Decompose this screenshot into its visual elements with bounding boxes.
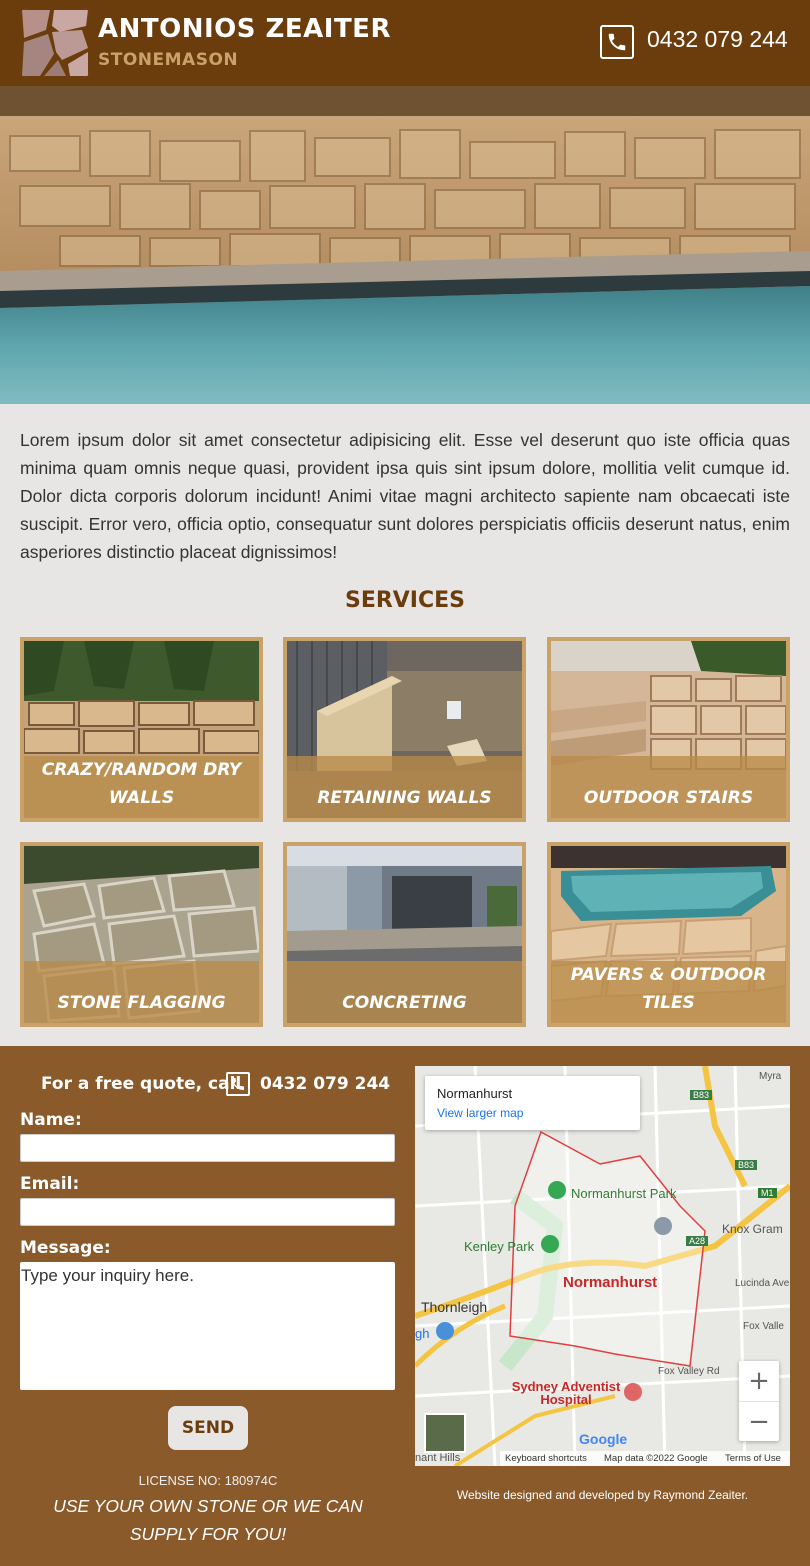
map-data-text: Map data ©2022 Google <box>604 1453 708 1464</box>
map-label-gh: gh <box>415 1326 430 1341</box>
hero-image <box>0 86 810 404</box>
map-label-normanhurst: Normanhurst <box>563 1274 658 1291</box>
zoom-out-button[interactable]: − <box>739 1401 779 1441</box>
service-card-stone-flagging[interactable]: STONE FLAGGING <box>20 842 263 1027</box>
map-label-a28: A28 <box>686 1236 709 1246</box>
map-label-b83: B83 <box>690 1090 713 1100</box>
header-phone-link[interactable]: 0432 079 244 <box>647 26 788 53</box>
map-label-thornleigh: Thornleigh <box>421 1299 488 1315</box>
site-header: ANTONIOS ZEAITER STONEMASON 0432 079 244 <box>0 0 810 86</box>
name-label: Name: <box>20 1110 82 1130</box>
send-button[interactable]: SEND <box>168 1406 248 1450</box>
email-input[interactable] <box>20 1198 395 1226</box>
map-label-kenley-park: Kenley Park <box>464 1239 535 1254</box>
license-number: LICENSE NO: 180974C <box>138 1473 278 1488</box>
map-place-title: Normanhurst <box>437 1086 513 1101</box>
service-card-retaining-walls[interactable]: RETAINING WALLS <box>283 637 526 822</box>
keyboard-shortcuts-link[interactable]: Keyboard shortcuts <box>505 1453 587 1464</box>
tagline: USE YOUR OWN STONE OR WE CAN SUPPLY FOR … <box>53 1496 363 1544</box>
map-attribution-bar: Keyboard shortcuts Map data ©2022 Google… <box>500 1451 790 1466</box>
map-label-knox: Knox Gram <box>722 1222 783 1236</box>
terms-link[interactable]: Terms of Use <box>725 1453 781 1464</box>
quote-text: For a free quote, call <box>41 1074 242 1094</box>
zoom-in-button[interactable]: + <box>739 1361 779 1401</box>
map-place-card: Normanhurst View larger map <box>425 1076 640 1130</box>
site-credit: Website designed and developed by Raymon… <box>456 1488 749 1502</box>
intro-paragraph: Lorem ipsum dolor sit amet consectetur a… <box>20 430 790 562</box>
map-label-normanhurst-park: Normanhurst Park <box>571 1186 677 1201</box>
service-label: OUTDOOR STAIRS <box>551 756 786 818</box>
map-label-fox-valley-rd: Fox Valley Rd <box>658 1366 720 1377</box>
service-card-concreting[interactable]: CONCRETING <box>283 842 526 1027</box>
service-card-outdoor-stairs[interactable]: OUTDOOR STAIRS <box>547 637 790 822</box>
email-label: Email: <box>20 1174 80 1194</box>
service-label: PAVERS & OUTDOOR TILES <box>551 961 786 1023</box>
google-logo: Google <box>579 1431 628 1447</box>
message-label: Message: <box>20 1238 111 1258</box>
view-larger-map-link[interactable]: View larger map <box>437 1106 523 1120</box>
service-label: STONE FLAGGING <box>24 961 259 1023</box>
map-label-myra: Myra <box>759 1071 782 1082</box>
service-label: CRAZY/RANDOM DRY WALLS <box>24 756 259 818</box>
service-card-pavers-tiles[interactable]: PAVERS & OUTDOOR TILES <box>547 842 790 1027</box>
service-label: RETAINING WALLS <box>287 756 522 818</box>
map-label-b83: B83 <box>735 1160 758 1170</box>
stone-logo-icon[interactable] <box>20 8 90 78</box>
service-card-dry-walls[interactable]: CRAZY/RANDOM DRY WALLS <box>20 637 263 822</box>
phone-icon[interactable] <box>600 25 634 59</box>
services-heading: SERVICES <box>344 588 466 613</box>
map-zoom-controls: + − <box>739 1361 779 1441</box>
service-label: CONCRETING <box>287 961 522 1023</box>
google-map[interactable]: Normanhurst Park Kenley Park Normanhurst… <box>415 1066 790 1466</box>
quote-phone-link[interactable]: 0432 079 244 <box>260 1074 390 1094</box>
brand-name: ANTONIOS ZEAITER <box>98 14 391 44</box>
map-label-lucinda: Lucinda Ave <box>735 1278 790 1289</box>
map-label-fox-valley: Fox Valle <box>743 1321 784 1332</box>
map-label-hospital: Sydney Adventist Hospital <box>511 1379 621 1407</box>
name-input[interactable] <box>20 1134 395 1162</box>
map-label-m1: M1 <box>758 1188 777 1198</box>
phone-icon[interactable] <box>226 1072 250 1096</box>
message-textarea[interactable]: Type your inquiry here. <box>20 1262 395 1390</box>
brand-subtitle: STONEMASON <box>98 50 239 70</box>
map-label-nant-hills: nant Hills <box>415 1452 461 1464</box>
